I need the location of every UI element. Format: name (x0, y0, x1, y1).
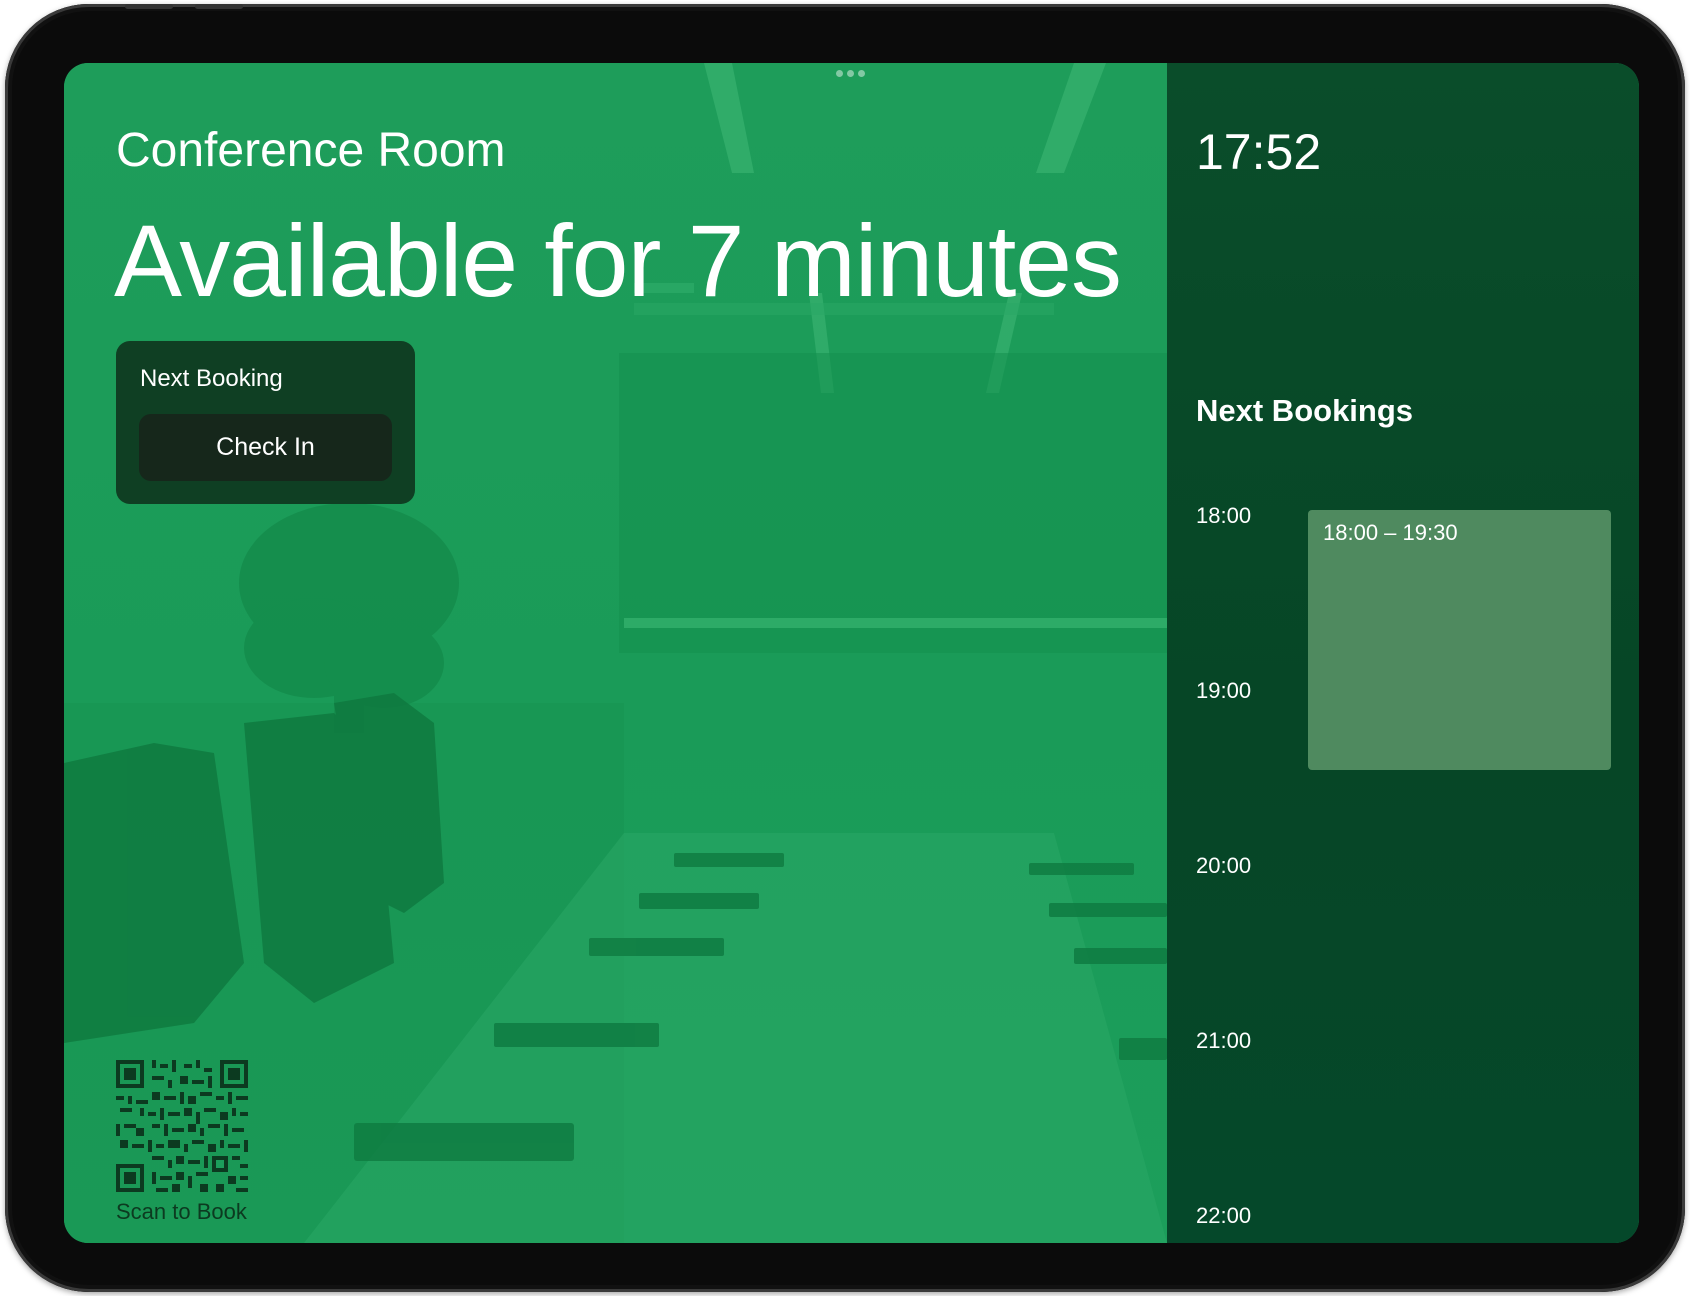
booking-time-range: 18:00 – 19:30 (1323, 520, 1458, 545)
volume-button (195, 4, 243, 9)
screen: Conference Room Available for 7 minutes … (64, 63, 1639, 1243)
scan-to-book-label: Scan to Book (116, 1199, 247, 1224)
timeline-hour-label: 21:00 (1196, 1028, 1252, 1053)
timeline-hour-label: 18:00 (1196, 503, 1252, 528)
next-bookings-title: Next Bookings (1196, 393, 1414, 428)
tablet-frame: Conference Room Available for 7 minutes … (5, 4, 1685, 1292)
booking-block[interactable]: 18:00 – 19:30 (1308, 510, 1611, 770)
next-booking-card: Next Booking Check In (116, 341, 415, 504)
current-time: 17:52 (1196, 124, 1322, 180)
bookings-sidebar: 17:52 Next Bookings 18:00 19:00 20:00 21… (1167, 63, 1639, 1243)
room-status-panel: Conference Room Available for 7 minutes … (64, 63, 1167, 1243)
availability-status: Available for 7 minutes (114, 204, 1122, 318)
volume-button (125, 4, 173, 9)
next-booking-label: Next Booking (140, 365, 283, 392)
qr-code-icon[interactable] (116, 1060, 248, 1192)
timeline-hour-label: 19:00 (1196, 678, 1252, 703)
check-in-button[interactable]: Check In (139, 414, 392, 481)
multitasking-handle[interactable] (836, 70, 865, 77)
timeline-hour-label: 22:00 (1196, 1203, 1252, 1228)
room-name: Conference Room (116, 124, 506, 177)
timeline-hour-label: 20:00 (1196, 853, 1252, 878)
